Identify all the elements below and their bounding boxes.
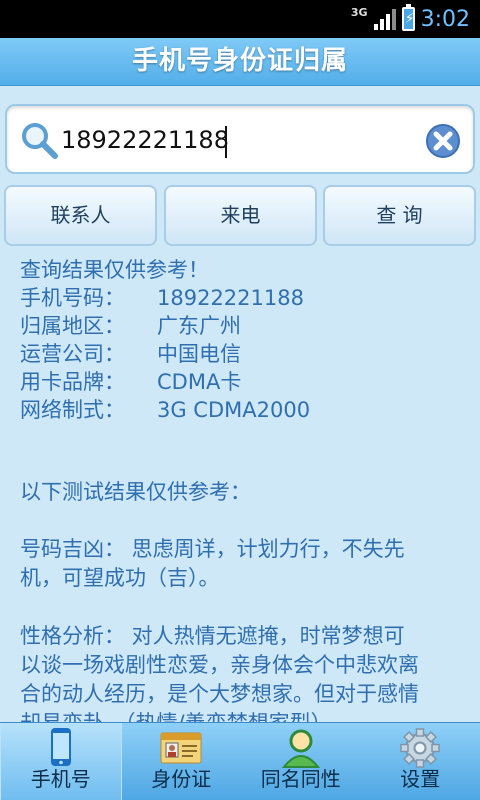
result-row-brand: 用卡品牌： CDMA卡 <box>20 368 475 396</box>
text-caret <box>225 126 227 158</box>
network-type: 3G <box>350 5 368 19</box>
calls-button[interactable]: 来电 <box>164 185 317 246</box>
tab-label: 身份证 <box>151 767 212 791</box>
search-box[interactable] <box>5 104 475 174</box>
result-value: 中国电信 <box>157 342 241 366</box>
luck-line: 号码吉凶： 思虑周详，计划力行，不失先 <box>20 537 405 561</box>
result-row-network: 网络制式： 3G CDMA2000 <box>20 396 475 424</box>
clear-icon[interactable] <box>425 123 461 159</box>
personality-line: 性格分析： 对人热情无遮掩，时常梦想可 <box>20 624 405 648</box>
result-value: 广东广州 <box>157 314 241 338</box>
tab-label: 同名同性 <box>260 767 341 791</box>
phone-number-input[interactable] <box>61 118 421 162</box>
status-icons: 3G ⚡ 3:02 <box>351 4 470 34</box>
result-value: 18922221188 <box>157 286 304 310</box>
status-bar: 3G ⚡ 3:02 <box>0 0 480 38</box>
personality-line: 合的动人经历，是个大梦想家。但对于感情 <box>20 682 419 706</box>
result-row-carrier: 运营公司： 中国电信 <box>20 340 475 368</box>
result-key: 用卡品牌： <box>20 370 125 394</box>
tab-settings[interactable]: 设置 <box>361 723 480 800</box>
contacts-button[interactable]: 联系人 <box>4 185 157 246</box>
tab-id-card[interactable]: 身份证 <box>122 723 242 800</box>
query-button[interactable]: 查 询 <box>323 185 476 246</box>
signal-icon <box>373 8 396 30</box>
search-icon <box>22 123 58 159</box>
result-key: 归属地区： <box>20 314 125 338</box>
page-title: 手机号身份证归属 <box>131 46 348 76</box>
result-key: 手机号码： <box>20 286 125 310</box>
tab-phone[interactable]: 手机号 <box>0 723 122 800</box>
result-key: 运营公司： <box>20 342 125 366</box>
tab-label: 设置 <box>400 767 441 791</box>
result-notice: 查询结果仅供参考！ <box>20 258 209 282</box>
luck-text: 号码吉凶： 思虑周详，计划力行，不失先 机，可望成功（吉）。 <box>20 535 475 593</box>
title-bar: 手机号身份证归属 <box>0 38 480 86</box>
battery-icon: ⚡ <box>401 4 415 31</box>
result-value: 3G CDMA2000 <box>157 398 311 422</box>
test-notice: 以下测试结果仅供参考： <box>20 480 251 504</box>
result-key: 网络制式： <box>20 398 125 422</box>
bottom-tab-bar: 手机号 身份证 同名同性 设置 <box>0 722 480 800</box>
personality-text: 性格分析： 对人热情无遮掩，时常梦想可 以谈一场戏剧性恋爱，亲身体会个中悲欢离 … <box>20 622 475 722</box>
result-row-region: 归属地区： 广东广州 <box>20 312 475 340</box>
results-panel: 查询结果仅供参考！ 手机号码： 18922221188 归属地区： 广东广州 运营公… <box>20 256 475 722</box>
personality-line: 以谈一场戏剧性恋爱，亲身体会个中悲欢离 <box>20 653 419 677</box>
tab-label: 手机号 <box>30 767 91 791</box>
luck-line: 机，可望成功（吉）。 <box>20 566 220 590</box>
personality-line: 却易变卦。（热情/善变梦想家型） <box>20 709 475 722</box>
status-time: 3:02 <box>420 6 470 32</box>
result-value: CDMA卡 <box>157 370 242 394</box>
tab-same-name[interactable]: 同名同性 <box>241 723 361 800</box>
results-scroll-area[interactable]: 查询结果仅供参考！ 手机号码： 18922221188 归属地区： 广东广州 运营公… <box>0 256 480 722</box>
result-row-phone: 手机号码： 18922221188 <box>20 284 475 312</box>
